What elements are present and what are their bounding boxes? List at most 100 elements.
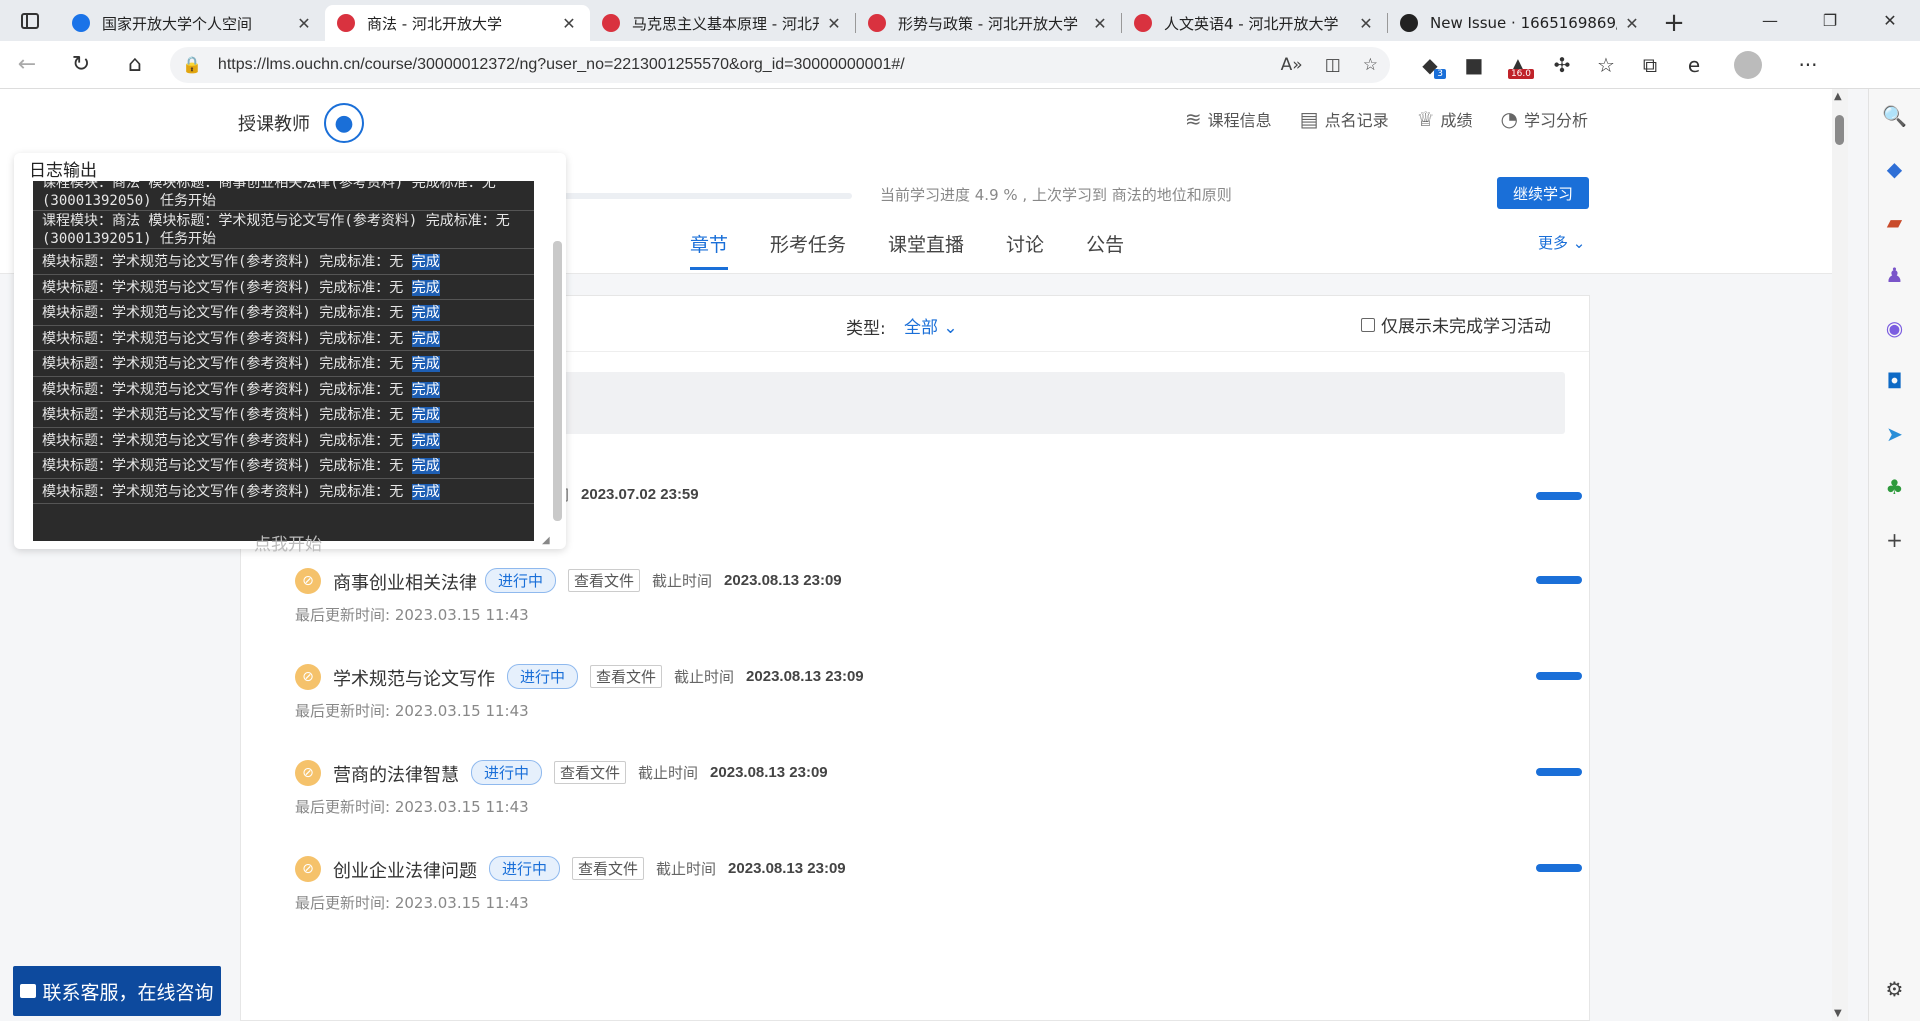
toolbox-icon[interactable]: ▰ bbox=[1875, 195, 1915, 248]
link-grades[interactable]: ♕ 成绩 bbox=[1417, 107, 1473, 131]
window-controls: — ❐ ✕ bbox=[1740, 0, 1920, 41]
restore-button[interactable]: ❐ bbox=[1800, 0, 1860, 41]
send-icon[interactable]: ➤ bbox=[1875, 407, 1915, 460]
only-unfinished-toggle[interactable]: 仅展示未完成学习活动 bbox=[1361, 312, 1551, 337]
collections-icon[interactable]: ⧉ bbox=[1628, 41, 1672, 89]
url-text[interactable]: https://lms.ouchn.cn/course/30000012372/… bbox=[218, 56, 1259, 74]
settings-gear-icon[interactable]: ⚙ bbox=[1875, 962, 1915, 1015]
scroll-down-icon[interactable]: ▼ bbox=[1834, 1008, 1842, 1019]
start-hint-text[interactable]: 点我开始 bbox=[254, 530, 322, 555]
activity-title[interactable]: 商事创业相关法律 bbox=[333, 569, 477, 595]
log-line-text: 模块标题：学术规范与论文写作(参考资料) 完成标准：无 bbox=[42, 279, 412, 296]
search-icon[interactable]: 🔍 bbox=[1875, 89, 1915, 142]
log-line: 模块标题：学术规范与论文写作(参考资料) 完成标准：无 完成 bbox=[33, 275, 534, 300]
log-done-highlight: 完成 bbox=[411, 483, 440, 500]
link-analysis[interactable]: ◔ 学习分析 bbox=[1501, 107, 1588, 131]
activity-meta: 进行中 查看文件 截止时间 2023.08.13 23:09 bbox=[485, 568, 842, 593]
course-tab[interactable]: 讨论 bbox=[1006, 230, 1044, 270]
teacher-avatar-icon[interactable]: ● bbox=[324, 103, 364, 143]
log-textarea[interactable]: 课程模块：商法 模块标题：商事创业相关法律(参考资料) 完成标准：无(30001… bbox=[33, 181, 534, 541]
copilot-extension-icon[interactable]: ◆ 3 bbox=[1408, 41, 1452, 89]
view-file-button[interactable]: 查看文件 bbox=[572, 857, 645, 880]
refresh-button[interactable]: ↻ bbox=[54, 41, 108, 89]
tab-favicon-icon bbox=[72, 14, 90, 32]
close-icon[interactable]: ✕ bbox=[1623, 14, 1641, 33]
link-roll-call[interactable]: ▤ 点名记录 bbox=[1300, 107, 1389, 131]
close-window-button[interactable]: ✕ bbox=[1860, 0, 1920, 41]
new-tab-button[interactable]: + bbox=[1653, 5, 1695, 41]
only-unfinished-label: 仅展示未完成学习活动 bbox=[1381, 317, 1551, 337]
split-screen-icon[interactable]: ◫ bbox=[1325, 55, 1341, 75]
tab-actions-icon[interactable] bbox=[0, 0, 60, 41]
type-filter-select[interactable]: 全部 ⌄ bbox=[904, 313, 958, 338]
activity-title[interactable]: 学术规范与论文写作 bbox=[333, 665, 495, 691]
tab-favicon-icon bbox=[602, 14, 620, 32]
course-tab[interactable]: 课堂直播 bbox=[888, 230, 964, 270]
last-updated-text: 最后更新时间: 2023.03.15 11:43 bbox=[295, 606, 529, 624]
lock-icon[interactable]: 🔒 bbox=[182, 55, 202, 74]
browser-tab[interactable]: 商法 - 河北开放大学 ✕ bbox=[325, 5, 590, 41]
activity-progress-bar bbox=[1536, 492, 1582, 500]
log-done-highlight: 完成 bbox=[411, 407, 440, 423]
read-aloud-icon[interactable]: A» bbox=[1281, 55, 1303, 75]
course-tab[interactable]: 形考任务 bbox=[770, 230, 846, 270]
meter-extension-icon[interactable]: ▲ 16.0 bbox=[1496, 41, 1540, 89]
add-favorite-icon[interactable]: ☆ bbox=[1363, 55, 1378, 75]
view-file-button[interactable]: 查看文件 bbox=[568, 569, 641, 592]
back-button[interactable]: ← bbox=[0, 41, 54, 89]
browser-tab[interactable]: 人文英语4 - 河北开放大学 ✕ bbox=[1122, 5, 1387, 41]
home-button[interactable]: ⌂ bbox=[108, 41, 162, 89]
tab-favicon-icon bbox=[1134, 14, 1152, 32]
activity-row: ⊘ 学术规范与论文写作 进行中 查看文件 截止时间 2023.08.13 23:09 最后更… bbox=[295, 664, 1582, 734]
view-file-button[interactable]: 查看文件 bbox=[554, 761, 627, 784]
page-scrollbar[interactable]: ▲ ▼ bbox=[1832, 89, 1848, 1021]
browser-tab[interactable]: 形势与政策 - 河北开放大学 ✕ bbox=[856, 5, 1121, 41]
browser-tab[interactable]: 马克思主义基本原理 - 河北开 ✕ bbox=[590, 5, 855, 41]
customer-service-label: 联系客服，在线咨询 bbox=[42, 981, 214, 1004]
activity-title[interactable]: 创业企业法律问题 bbox=[333, 857, 477, 883]
shopping-tag-icon[interactable]: ◆ bbox=[1875, 142, 1915, 195]
log-line-text: 模块标题：学术规范与论文写作(参考资料) 完成标准：无 bbox=[42, 305, 412, 321]
url-bar[interactable]: 🔒 https://lms.ouchn.cn/course/3000001237… bbox=[170, 46, 1390, 83]
continue-learning-button[interactable]: 继续学习 bbox=[1497, 177, 1589, 209]
profile-avatar[interactable] bbox=[1726, 41, 1770, 89]
log-line: 模块标题：学术规范与论文写作(参考资料) 完成标准：无 完成 bbox=[33, 479, 534, 504]
minimize-button[interactable]: — bbox=[1740, 0, 1800, 41]
log-scrollbar[interactable] bbox=[553, 241, 562, 521]
activity-progress-bar bbox=[1536, 768, 1582, 776]
course-tab[interactable]: 公告 bbox=[1086, 230, 1124, 270]
activity-title[interactable]: 营商的法律智慧 bbox=[333, 761, 459, 787]
favorites-icon[interactable]: ☆ bbox=[1584, 41, 1628, 89]
games-icon[interactable]: ♟ bbox=[1875, 248, 1915, 301]
scroll-up-icon[interactable]: ▲ bbox=[1834, 91, 1842, 102]
extensions-puzzle-icon[interactable]: ✣ bbox=[1540, 41, 1584, 89]
edge-bar-icon[interactable]: e bbox=[1672, 41, 1716, 89]
log-line-text: 模块标题：学术规范与论文写作(参考资料) 完成标准：无 bbox=[42, 458, 412, 474]
more-menu-icon[interactable]: ··· bbox=[1786, 41, 1830, 89]
progress-text: 当前学习进度 4.9 % , 上次学习到 商法的地位和原则 bbox=[880, 186, 1232, 204]
link-label: 课程信息 bbox=[1207, 111, 1272, 130]
more-dropdown[interactable]: 更多 ⌄ bbox=[1538, 232, 1585, 253]
only-unfinished-checkbox[interactable] bbox=[1361, 317, 1375, 332]
customer-service-button[interactable]: 联系客服，在线咨询 bbox=[13, 966, 221, 1016]
activity-meta: 进行中 查看文件 截止时间 2023.08.13 23:09 bbox=[471, 760, 828, 785]
tab-favicon-icon bbox=[1400, 14, 1418, 32]
copilot-icon[interactable]: ◉ bbox=[1875, 301, 1915, 354]
browser-tab[interactable]: New Issue · 1665169869/lm ✕ bbox=[1388, 5, 1653, 41]
bitwarden-extension-icon[interactable]: ■ bbox=[1452, 41, 1496, 89]
link-course-info[interactable]: ≋ 课程信息 bbox=[1185, 107, 1272, 131]
scroll-thumb[interactable] bbox=[1835, 115, 1844, 145]
resize-grip-icon[interactable]: ◢ bbox=[542, 535, 550, 546]
browser-tab[interactable]: 国家开放大学个人空间 ✕ bbox=[60, 5, 325, 41]
view-file-button[interactable]: 查看文件 bbox=[590, 665, 663, 688]
close-icon[interactable]: ✕ bbox=[295, 14, 313, 33]
close-icon[interactable]: ✕ bbox=[825, 14, 843, 33]
close-icon[interactable]: ✕ bbox=[560, 14, 578, 33]
log-done-highlight: 完成 bbox=[411, 432, 440, 449]
outlook-icon[interactable]: ◘ bbox=[1875, 354, 1915, 407]
close-icon[interactable]: ✕ bbox=[1357, 14, 1375, 33]
add-sidebar-icon[interactable]: + bbox=[1875, 513, 1915, 566]
course-tab[interactable]: 章节 bbox=[690, 230, 729, 270]
tree-icon[interactable]: ♣ bbox=[1875, 460, 1915, 513]
close-icon[interactable]: ✕ bbox=[1091, 14, 1109, 33]
